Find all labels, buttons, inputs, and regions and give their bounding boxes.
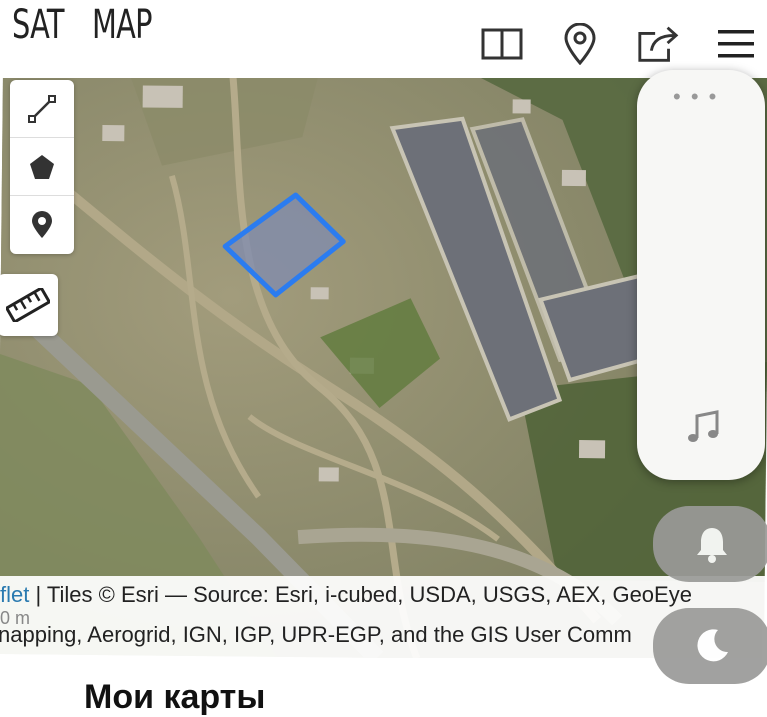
app-header: SAT MAP: [0, 0, 767, 78]
draw-polygon-icon[interactable]: [10, 138, 74, 196]
panel-handle-icon[interactable]: • • •: [673, 86, 718, 108]
attribution-line-2: napping, Aerogrid, IGN, IGP, UPR-EGP, an…: [0, 622, 632, 647]
my-maps-title: Мои карты: [84, 678, 266, 716]
floating-side-panel[interactable]: • • •: [637, 70, 765, 480]
leaflet-link[interactable]: flet: [0, 582, 29, 607]
music-note-icon[interactable]: [685, 410, 721, 451]
draw-toolbar: [10, 80, 74, 254]
bell-icon: [697, 528, 727, 563]
attribution-line-1: | Tiles © Esri — Source: Esri, i-cubed, …: [29, 582, 692, 607]
map-attribution: flet | Tiles © Esri — Source: Esri, i-cu…: [0, 576, 767, 658]
scale-label: 0 m: [0, 608, 31, 628]
bottom-section: Мои карты: [0, 658, 767, 716]
brand-sat: SAT: [12, 2, 64, 48]
moon-icon: [697, 629, 728, 662]
draw-line-icon[interactable]: [10, 80, 74, 138]
book-open-icon[interactable]: [480, 22, 524, 66]
place-marker-icon[interactable]: [10, 196, 74, 254]
brand-map: MAP: [92, 2, 152, 48]
hamburger-menu-icon[interactable]: [714, 22, 758, 66]
location-pin-icon[interactable]: [558, 22, 602, 66]
night-mode-button[interactable]: [653, 608, 767, 684]
bell-button[interactable]: [653, 506, 767, 582]
ruler-icon[interactable]: [0, 274, 58, 336]
share-icon[interactable]: [636, 22, 680, 66]
